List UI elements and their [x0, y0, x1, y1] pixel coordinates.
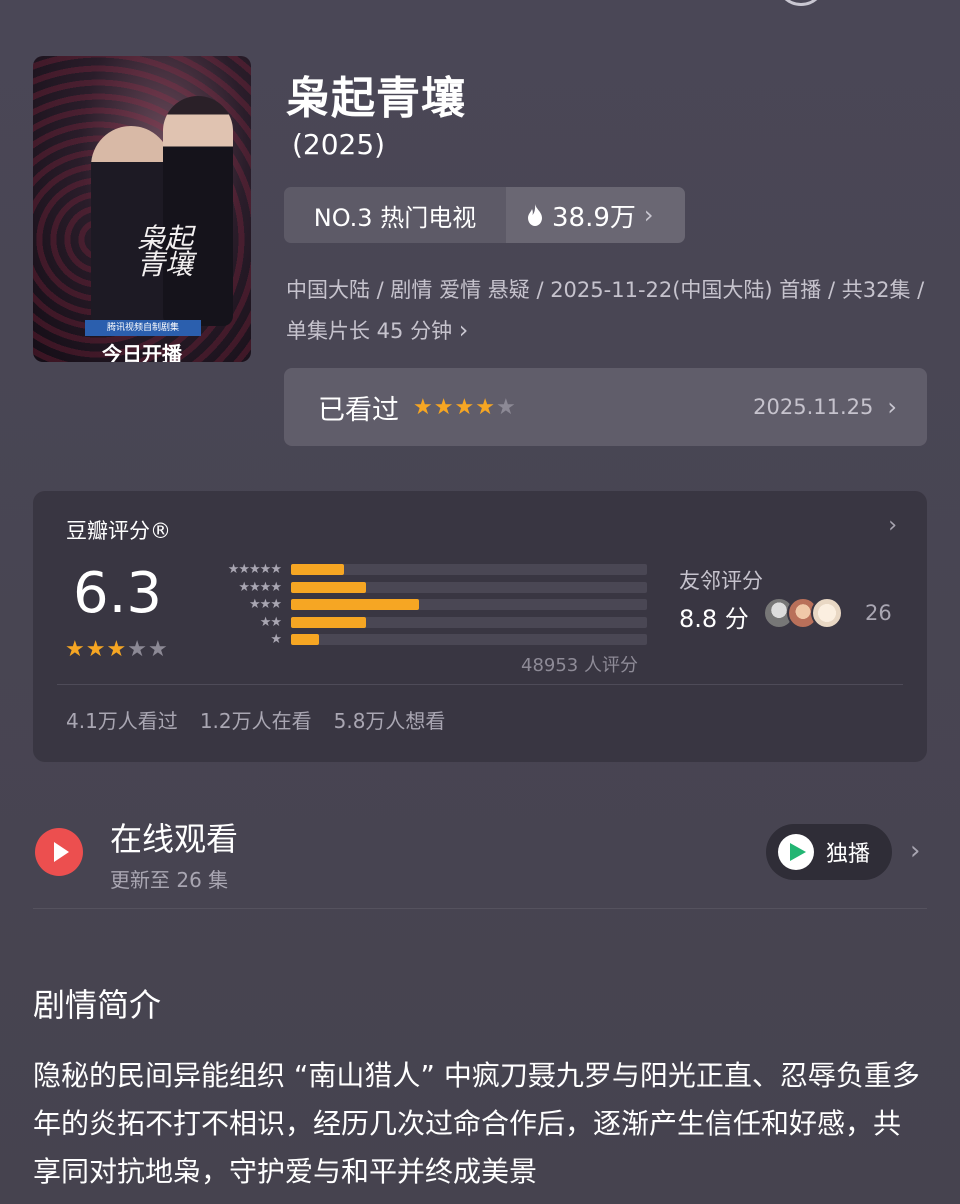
distribution-track	[291, 581, 647, 593]
stat-watched[interactable]: 4.1万人看过	[66, 705, 178, 734]
distribution-bar	[291, 616, 366, 628]
movie-meta[interactable]: 中国大陆 / 剧情 爱情 悬疑 / 2025-11-22(中国大陆) 首播 / …	[286, 270, 926, 351]
distribution-row: ★★	[201, 614, 647, 632]
poster-banner: 腾讯视频自制剧集	[85, 320, 201, 336]
watch-stats: 4.1万人看过 1.2万人在看 5.8万人想看	[66, 705, 445, 734]
synopsis-title: 剧情简介	[33, 986, 162, 1024]
distribution-track	[291, 634, 647, 646]
release-year: (2025)	[292, 128, 386, 161]
distribution-bar	[291, 599, 420, 611]
chevron-right-icon: ›	[643, 201, 654, 229]
page-title: 枭起青壤	[286, 73, 466, 124]
divider	[33, 908, 927, 909]
rank-label: NO.3 热门电视	[284, 187, 506, 243]
star-filled-icon: ★	[106, 637, 128, 662]
synopsis-text: 隐秘的民间异能组织 “南山猎人” 中疯刀聂九罗与阳光正直、忍辱负重多年的炎拓不打…	[33, 1059, 920, 1188]
distribution-star-label: ★★★★	[238, 579, 282, 595]
avatar	[811, 597, 843, 629]
distribution-row: ★★★★★	[201, 561, 647, 579]
stat-want[interactable]: 5.8万人想看	[334, 705, 446, 734]
watched-date: 2025.11.25	[753, 395, 874, 419]
chevron-right-icon[interactable]: ›	[910, 836, 920, 866]
distribution-star-label: ★★★★★	[227, 562, 282, 578]
poster-caption: 今日开播	[102, 342, 182, 362]
flame-icon	[528, 204, 542, 226]
star-filled-icon: ★	[85, 637, 107, 662]
star-empty-icon: ★	[127, 637, 148, 662]
star-filled-icon: ★	[454, 394, 476, 420]
star-empty-icon: ★	[147, 637, 169, 662]
distribution-bar	[291, 564, 345, 576]
douban-rating-title: 豆瓣评分®	[66, 519, 171, 543]
watched-label: 已看过	[318, 394, 399, 426]
online-watch-title[interactable]: 在线观看	[110, 814, 238, 860]
friend-avatars[interactable]	[763, 597, 843, 629]
user-rating-stars: ★★★★★	[413, 395, 517, 420]
star-filled-icon: ★	[413, 394, 434, 420]
rating-distribution: ★★★★★ ★★★★ ★★★ ★★ ★	[201, 561, 647, 649]
distribution-track	[291, 599, 647, 611]
star-filled-icon: ★	[475, 394, 496, 420]
douban-score-stars: ★★★★★	[65, 637, 169, 662]
poster-figure-man	[163, 96, 233, 326]
distribution-row: ★★★★	[201, 579, 647, 597]
friend-rating-label: 友邻评分	[679, 569, 763, 593]
chevron-right-icon: ›	[887, 393, 897, 421]
stat-watching[interactable]: 1.2万人在看	[200, 705, 312, 734]
distribution-star-label: ★	[270, 632, 282, 648]
distribution-bar	[291, 581, 366, 593]
distribution-track	[291, 616, 647, 628]
douban-rating-card[interactable]: 豆瓣评分® › 6.3 ★★★★★ ★★★★★ ★★★★ ★★★ ★★ ★ 48953 …	[33, 491, 927, 762]
exclusive-source-button[interactable]: 独播	[766, 824, 892, 880]
distribution-star-label: ★★	[259, 614, 282, 630]
rank-box[interactable]: NO.3 热门电视 38.9万 ›	[284, 187, 685, 243]
heat-indicator: 38.9万 ›	[506, 187, 685, 243]
chevron-right-icon[interactable]: ›	[888, 513, 897, 538]
star-filled-icon: ★	[433, 394, 455, 420]
star-empty-icon: ★	[495, 394, 517, 420]
watched-status-bar[interactable]: 已看过 ★★★★★ 2025.11.25 ›	[284, 368, 927, 446]
tencent-video-icon	[778, 834, 814, 870]
distribution-star-label: ★★★	[249, 597, 282, 613]
heat-value: 38.9万	[552, 202, 636, 233]
votes-count: 48953 人评分	[521, 655, 638, 676]
chevron-right-icon: ›	[458, 316, 469, 344]
poster-image[interactable]: 枭起青壤 腾讯视频自制剧集 今日开播	[33, 56, 251, 362]
poster-calligraphy: 枭起青壤	[137, 222, 194, 281]
star-filled-icon: ★	[65, 637, 86, 662]
distribution-row: ★	[201, 631, 647, 649]
distribution-bar	[291, 634, 320, 646]
douban-score: 6.3	[73, 561, 163, 626]
top-floating-button[interactable]	[776, 0, 826, 6]
distribution-row: ★★★	[201, 596, 647, 614]
friend-count: 26	[865, 601, 892, 625]
distribution-track	[291, 564, 647, 576]
meta-text: 中国大陆 / 剧情 爱情 悬疑 / 2025-11-22(中国大陆) 首播 / …	[286, 278, 925, 343]
exclusive-label: 独播	[826, 842, 871, 867]
play-icon[interactable]	[35, 828, 83, 876]
friend-rating-score: 8.8 分	[679, 605, 749, 633]
divider	[57, 684, 903, 685]
online-watch-subtitle: 更新至 26 集	[110, 868, 229, 892]
